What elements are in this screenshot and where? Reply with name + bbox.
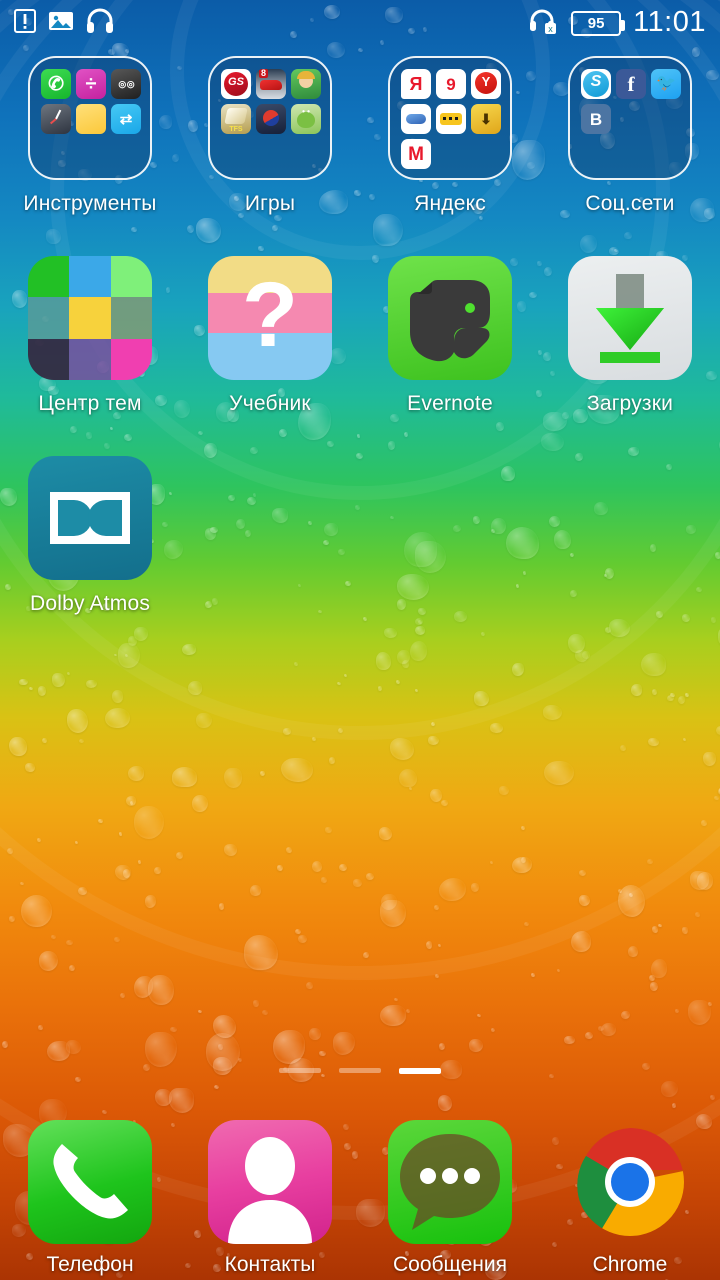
racing-icon bbox=[256, 69, 286, 99]
app-downloads[interactable]: Загрузки bbox=[540, 256, 720, 456]
theme-tile bbox=[110, 256, 152, 298]
image-icon bbox=[48, 9, 74, 38]
headset-muted-icon: x bbox=[529, 8, 559, 39]
calculator-icon bbox=[76, 69, 106, 99]
app-label: Dolby Atmos bbox=[29, 592, 151, 615]
clock-icon bbox=[41, 104, 71, 134]
yandex-disk-icon bbox=[471, 104, 501, 134]
theme-center-icon[interactable] bbox=[28, 256, 152, 380]
dock-label: Сообщения bbox=[393, 1253, 507, 1276]
dock-item-messages[interactable]: Сообщения bbox=[360, 1120, 540, 1277]
theme-tile bbox=[69, 297, 111, 339]
phone-icon bbox=[41, 69, 71, 99]
folder-label: Игры bbox=[244, 192, 296, 215]
messages-icon[interactable] bbox=[388, 1120, 512, 1244]
yandex-browser-icon bbox=[471, 69, 501, 99]
skype-icon bbox=[581, 69, 611, 99]
status-bar-right: x 95 11:01 bbox=[529, 5, 706, 39]
status-bar: x 95 11:01 bbox=[0, 0, 720, 46]
cartoon-game-icon bbox=[291, 69, 321, 99]
folder-preview-yandex[interactable]: Я 9 М bbox=[388, 56, 512, 180]
dock-item-chrome[interactable]: Chrome bbox=[540, 1120, 720, 1277]
folder-preview-instrumenty[interactable] bbox=[28, 56, 152, 180]
folder-label: Яндекс bbox=[414, 192, 486, 215]
yandex-weather-icon bbox=[401, 104, 431, 134]
headphones-icon bbox=[86, 8, 114, 39]
chrome-icon[interactable] bbox=[568, 1120, 692, 1244]
theme-tile bbox=[110, 297, 152, 339]
dock: Телефон Контакты Сообщения Chrome bbox=[0, 1110, 720, 1280]
dock-label: Телефон bbox=[46, 1253, 134, 1276]
theme-tile bbox=[28, 256, 70, 298]
yandex-metro-icon: М bbox=[401, 139, 431, 169]
app-dolby-atmos[interactable]: Dolby Atmos bbox=[0, 456, 180, 656]
page-dot-1[interactable] bbox=[279, 1068, 321, 1073]
status-bar-left bbox=[14, 8, 114, 39]
app-label: Центр тем bbox=[38, 392, 142, 415]
battery-icon: 95 bbox=[571, 10, 626, 36]
phone-icon[interactable] bbox=[28, 1120, 152, 1244]
gameloft-icon bbox=[221, 69, 251, 99]
theme-tile bbox=[69, 338, 111, 380]
folder-label: Инструменты bbox=[23, 192, 157, 215]
contacts-icon[interactable] bbox=[208, 1120, 332, 1244]
dock-label: Контакты bbox=[224, 1253, 316, 1276]
page-dot-2[interactable] bbox=[339, 1068, 381, 1073]
vk-icon: В bbox=[581, 104, 611, 134]
folder-socseti[interactable]: f В Соц.сети bbox=[540, 56, 720, 256]
theme-color-grid bbox=[28, 256, 152, 380]
folder-yandex[interactable]: Я 9 М Яндекс bbox=[360, 56, 540, 256]
downloads-icon[interactable] bbox=[568, 256, 692, 380]
page-dot-3-active[interactable] bbox=[399, 1068, 441, 1074]
app-theme-center[interactable]: Центр тем bbox=[0, 256, 180, 456]
file-transfer-icon bbox=[111, 104, 141, 134]
dolby-atmos-icon[interactable] bbox=[28, 456, 152, 580]
yandex-taxi-icon bbox=[436, 104, 466, 134]
yandex-maps-icon: 9 bbox=[436, 69, 466, 99]
folder-icon bbox=[76, 104, 106, 134]
app-uchebnik[interactable]: Учебник bbox=[180, 256, 360, 456]
folder-preview-socseti[interactable]: f В bbox=[568, 56, 692, 180]
app-label: Загрузки bbox=[586, 392, 674, 415]
battery-level-text: 95 bbox=[587, 14, 605, 32]
folder-instrumenty[interactable]: Инструменты bbox=[0, 56, 180, 256]
folder-label: Соц.сети bbox=[585, 192, 675, 215]
app-grid: Инструменты Игры Я 9 М Яндекс f bbox=[0, 56, 720, 656]
evernote-icon[interactable] bbox=[388, 256, 512, 380]
dock-item-contacts[interactable]: Контакты bbox=[180, 1120, 360, 1277]
app-label: Учебник bbox=[229, 392, 311, 415]
frog-game-icon bbox=[291, 104, 321, 134]
app-evernote[interactable]: Evernote bbox=[360, 256, 540, 456]
theme-tile bbox=[69, 256, 111, 298]
app-label: Evernote bbox=[407, 392, 493, 415]
dock-item-phone[interactable]: Телефон bbox=[0, 1120, 180, 1277]
facebook-icon: f bbox=[616, 69, 646, 99]
theme-tile bbox=[28, 297, 70, 339]
folder-preview-igry[interactable] bbox=[208, 56, 332, 180]
dock-label: Chrome bbox=[592, 1253, 668, 1276]
folder-igry[interactable]: Игры bbox=[180, 56, 360, 256]
warning-icon bbox=[14, 8, 36, 38]
tfs-icon bbox=[221, 104, 251, 134]
spiderman-icon bbox=[256, 104, 286, 134]
svg-text:x: x bbox=[548, 24, 553, 34]
theme-tile bbox=[110, 338, 152, 380]
tutorial-icon[interactable] bbox=[208, 256, 332, 380]
page-indicator[interactable] bbox=[0, 1068, 720, 1074]
theme-tile bbox=[28, 338, 70, 380]
status-bar-clock: 11:01 bbox=[633, 5, 706, 38]
recorder-icon bbox=[111, 69, 141, 99]
twitter-icon bbox=[651, 69, 681, 99]
yandex-icon: Я bbox=[401, 69, 431, 99]
